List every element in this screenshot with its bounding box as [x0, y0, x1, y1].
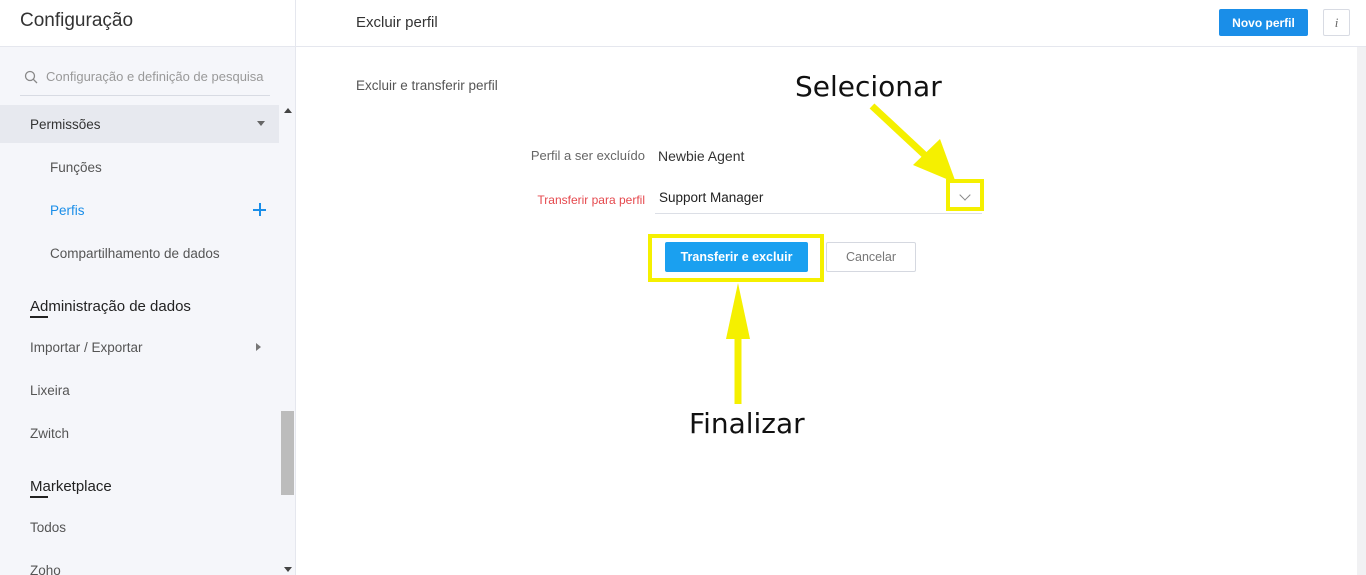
annotation-select-label: Selecionar — [795, 70, 942, 103]
arrow-finish-icon — [726, 283, 750, 404]
annotation-arrows — [726, 103, 956, 404]
arrow-select-icon — [869, 103, 956, 183]
annotation-finish-label: Finalizar — [689, 407, 805, 440]
app: Configuração Permissões Funções Perfis C… — [0, 0, 1366, 575]
